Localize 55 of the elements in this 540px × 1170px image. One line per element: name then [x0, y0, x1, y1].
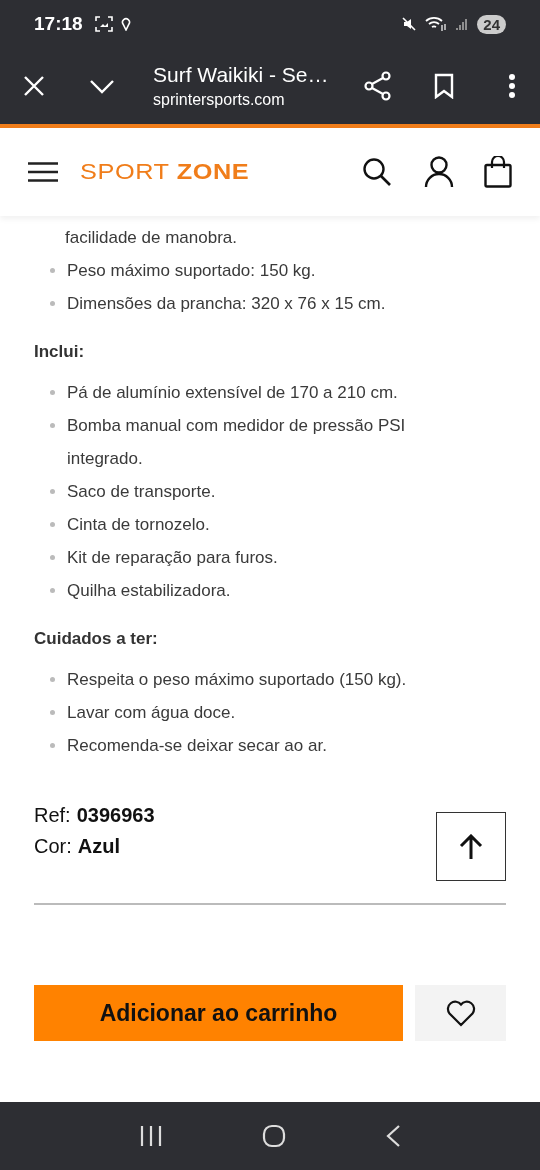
- signal-icon: [455, 17, 470, 31]
- bullet-icon: [50, 268, 55, 273]
- detail-value: Azul: [77, 834, 120, 859]
- detail-label: Cor:: [34, 834, 72, 859]
- close-icon[interactable]: [23, 75, 45, 97]
- detail-label: Ref:: [34, 803, 71, 828]
- bullet-icon: [50, 588, 55, 593]
- list-item-text: Recomenda-se deixar secar ao ar.: [67, 735, 328, 757]
- bullet-icon: [50, 555, 55, 560]
- bullet-icon: [50, 423, 55, 428]
- heart-icon: [445, 999, 476, 1027]
- list-item-text: Bomba manual com medidor de pressão PSI integrado.: [67, 415, 407, 470]
- home-icon[interactable]: [262, 1124, 286, 1148]
- bookmark-icon[interactable]: [434, 73, 454, 99]
- scroll-top-button[interactable]: [436, 812, 506, 881]
- bullet-icon: [50, 301, 55, 306]
- chevron-down-icon[interactable]: [89, 78, 115, 94]
- bullet-icon: [50, 710, 55, 715]
- list-item-text: Respeita o peso máximo suportado (150 kg).: [67, 669, 408, 691]
- page-url: sprintersports.com: [153, 91, 286, 109]
- bullet-icon: [50, 390, 55, 395]
- status-time: 17:18: [34, 13, 83, 35]
- list-item-text: Quilha estabilizadora.: [67, 580, 232, 602]
- location-icon: [120, 17, 131, 31]
- bullet-icon: [50, 489, 55, 494]
- wishlist-button[interactable]: [415, 985, 506, 1041]
- list-item-text: Saco de transporte.: [67, 481, 217, 503]
- more-icon[interactable]: [508, 73, 516, 99]
- list-item-text: Kit de reparação para furos.: [67, 547, 279, 569]
- list-item-text: Peso máximo suportado: 150 kg.: [67, 260, 317, 282]
- list-item-text: Dimensões da prancha: 320 x 76 x 15 cm.: [67, 293, 387, 315]
- section-heading: Cuidados a ter:: [34, 629, 159, 649]
- add-to-cart-button[interactable]: Adicionar ao carrinho: [34, 985, 403, 1041]
- arrow-up-icon: [458, 833, 484, 860]
- list-item-text: Pá de alumínio extensível de 170 a 210 cm.: [67, 382, 399, 404]
- detail-value: 0396963: [76, 803, 155, 828]
- wifi-icon: [425, 16, 448, 32]
- section-heading: Inclui:: [34, 342, 86, 362]
- bullet-icon: [50, 677, 55, 682]
- list-item-text: facilidade de manobra.: [65, 227, 238, 249]
- menu-icon[interactable]: [28, 162, 58, 182]
- shopping-bag-icon[interactable]: [484, 156, 512, 188]
- list-item-text: Lavar com água doce.: [67, 702, 237, 724]
- account-icon[interactable]: [424, 156, 454, 188]
- screenshot-icon: [94, 16, 113, 32]
- battery-level: 24: [477, 14, 506, 34]
- list-item-text: Cinta de tornozelo.: [67, 514, 211, 536]
- mute-icon: [401, 16, 418, 32]
- back-icon[interactable]: [384, 1124, 401, 1148]
- search-icon[interactable]: [362, 157, 392, 187]
- bullet-icon: [50, 743, 55, 748]
- share-icon[interactable]: [364, 71, 392, 101]
- recent-apps-icon[interactable]: [139, 1125, 164, 1147]
- bullet-icon: [50, 522, 55, 527]
- page-title: Surf Waikiki - Se…: [153, 63, 330, 87]
